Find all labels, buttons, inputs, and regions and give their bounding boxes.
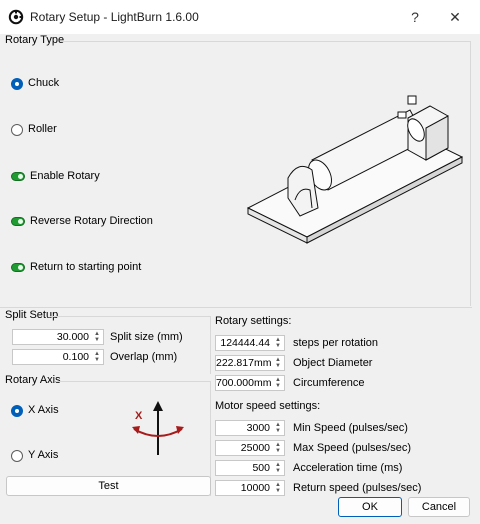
reverse-direction-switch[interactable] <box>11 217 25 226</box>
group-border <box>210 316 211 374</box>
help-button[interactable]: ? <box>400 6 430 28</box>
reverse-direction-toggle[interactable]: Reverse Rotary Direction <box>11 215 171 229</box>
circumference-value[interactable]: 700.000mm <box>216 377 271 389</box>
return-start-toggle[interactable]: Return to starting point <box>11 261 171 275</box>
return-speed-spinbox[interactable]: 10000 ▲ ▼ <box>215 480 285 496</box>
spin-arrows-icon[interactable]: ▲ ▼ <box>273 482 283 494</box>
x-axis-label: X Axis <box>28 404 59 416</box>
min-speed-label: Min Speed (pulses/sec) <box>293 422 408 434</box>
group-border <box>470 41 471 306</box>
spin-arrows-icon[interactable]: ▲ ▼ <box>273 357 283 369</box>
close-button[interactable]: ✕ <box>440 6 470 28</box>
y-axis-label: Y Axis <box>28 449 59 461</box>
diameter-spinbox[interactable]: 222.817mm ▲ ▼ <box>215 355 285 371</box>
chuck-rotary-illustration <box>246 95 464 244</box>
max-speed-spinbox[interactable]: 25000 ▲ ▼ <box>215 440 285 456</box>
steps-spinbox[interactable]: 124444.44 ▲ ▼ <box>215 335 285 351</box>
max-speed-label: Max Speed (pulses/sec) <box>293 442 411 454</box>
group-divider <box>56 381 210 382</box>
overlap-spinbox[interactable]: 0.100 ▲ ▼ <box>12 349 104 365</box>
lightburn-logo-icon <box>8 9 24 25</box>
roller-radio[interactable]: Roller <box>11 123 91 137</box>
rotary-type-title: Rotary Type <box>5 34 65 46</box>
reverse-direction-label: Reverse Rotary Direction <box>30 215 153 227</box>
spin-arrows-icon[interactable]: ▲ ▼ <box>273 337 283 349</box>
motor-speed-title: Motor speed settings: <box>215 400 321 412</box>
split-setup-title: Split Setup <box>5 309 59 321</box>
cancel-button[interactable]: Cancel <box>408 497 470 517</box>
return-speed-label: Return speed (pulses/sec) <box>293 482 422 494</box>
overlap-value[interactable]: 0.100 <box>63 351 89 363</box>
split-size-value[interactable]: 30.000 <box>57 331 89 343</box>
split-size-label: Split size (mm) <box>110 331 183 343</box>
y-axis-radio-indicator[interactable] <box>11 450 23 462</box>
max-speed-value[interactable]: 25000 <box>241 442 270 454</box>
enable-rotary-toggle[interactable]: Enable Rotary <box>11 170 131 184</box>
steps-label: steps per rotation <box>293 337 378 349</box>
roller-radio-indicator[interactable] <box>11 124 23 136</box>
x-axis-radio[interactable]: X Axis <box>11 404 91 418</box>
return-start-label: Return to starting point <box>30 261 142 273</box>
chuck-label: Chuck <box>28 77 60 89</box>
spin-arrows-icon[interactable]: ▲ ▼ <box>273 422 283 434</box>
split-size-spinbox[interactable]: 30.000 ▲ ▼ <box>12 329 104 345</box>
section-divider <box>0 307 472 308</box>
x-axis-radio-indicator[interactable] <box>11 405 23 417</box>
acceleration-value[interactable]: 500 <box>252 462 270 474</box>
rotary-axis-arrow-icon <box>132 401 184 455</box>
enable-rotary-switch[interactable] <box>11 172 25 181</box>
return-start-switch[interactable] <box>11 263 25 272</box>
window-title: Rotary Setup - LightBurn 1.6.00 <box>30 10 199 24</box>
roller-label: Roller <box>28 123 57 135</box>
rotary-axis-title: Rotary Axis <box>5 374 61 386</box>
spin-arrows-icon[interactable]: ▲ ▼ <box>273 442 283 454</box>
spin-arrows-icon[interactable]: ▲ ▼ <box>273 377 283 389</box>
overlap-label: Overlap (mm) <box>110 351 178 363</box>
return-speed-value[interactable]: 10000 <box>241 482 270 494</box>
circumference-label: Circumference <box>293 377 365 389</box>
steps-value[interactable]: 124444.44 <box>220 337 270 349</box>
rotary-settings-title: Rotary settings: <box>215 315 292 327</box>
ok-button[interactable]: OK <box>338 497 402 517</box>
acceleration-label: Acceleration time (ms) <box>293 462 403 474</box>
min-speed-value[interactable]: 3000 <box>247 422 270 434</box>
axis-letter: X <box>135 410 143 422</box>
diameter-value[interactable]: 222.817mm <box>216 357 271 369</box>
group-divider <box>60 41 471 42</box>
test-button[interactable]: Test <box>6 476 211 496</box>
y-axis-radio[interactable]: Y Axis <box>11 449 91 463</box>
spin-arrows-icon[interactable]: ▲ ▼ <box>92 331 102 343</box>
chuck-radio[interactable]: Chuck <box>11 77 91 91</box>
min-speed-spinbox[interactable]: 3000 ▲ ▼ <box>215 420 285 436</box>
acceleration-spinbox[interactable]: 500 ▲ ▼ <box>215 460 285 476</box>
title-bar: Rotary Setup - LightBurn 1.6.00 ? ✕ <box>0 0 480 34</box>
spin-arrows-icon[interactable]: ▲ ▼ <box>273 462 283 474</box>
enable-rotary-label: Enable Rotary <box>30 170 100 182</box>
circumference-spinbox[interactable]: 700.000mm ▲ ▼ <box>215 375 285 391</box>
diameter-label: Object Diameter <box>293 357 373 369</box>
spin-arrows-icon[interactable]: ▲ ▼ <box>92 351 102 363</box>
group-divider <box>50 316 210 317</box>
chuck-radio-indicator[interactable] <box>11 78 23 90</box>
